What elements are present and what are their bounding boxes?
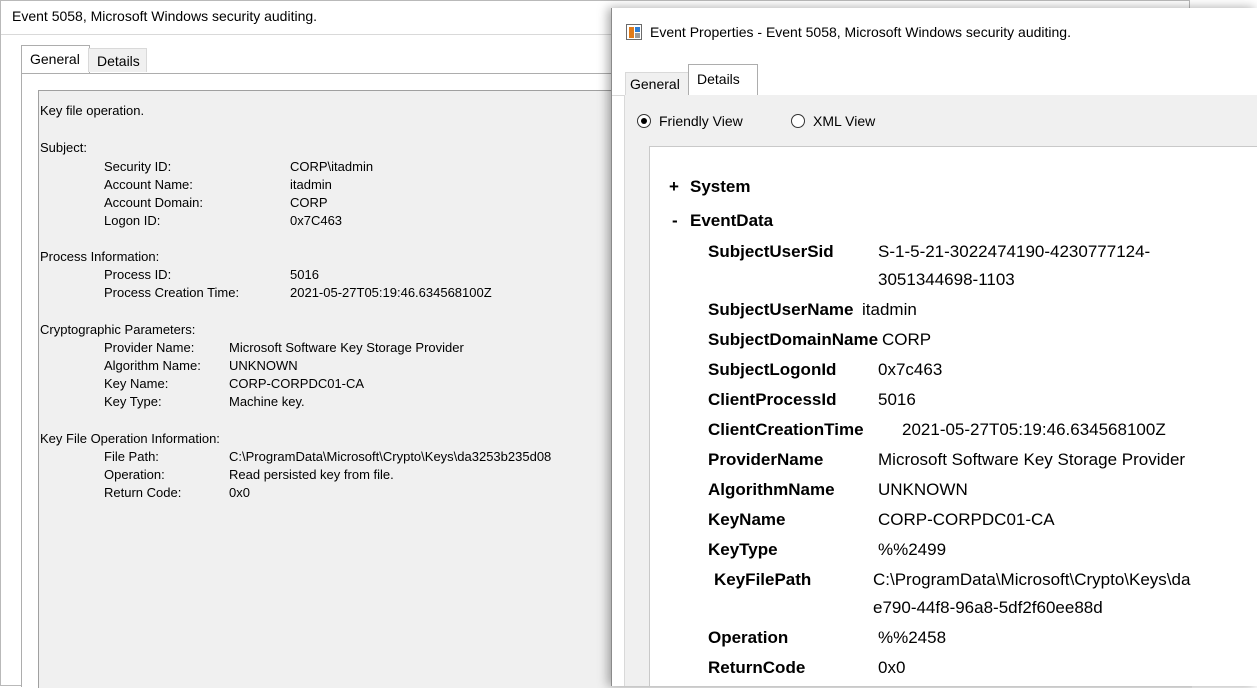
field-value: 0x0 [878, 658, 906, 677]
field-label: Algorithm Name: [104, 358, 201, 373]
field-value: %%2499 [878, 540, 947, 559]
field-name: AlgorithmName [708, 480, 835, 499]
window-title: Event Properties - Event 5058, Microsoft… [650, 24, 1071, 40]
field-label: Account Domain: [104, 195, 203, 210]
field-value: UNKNOWN [878, 480, 968, 499]
field-value: Microsoft Software Key Storage Provider [878, 450, 1186, 469]
field-label: Security ID: [104, 159, 172, 174]
tab-details[interactable]: Details [688, 64, 758, 96]
tab-general[interactable]: General [21, 45, 90, 73]
field-label: Provider Name: [104, 340, 195, 355]
field-value: CORP\itadmin [290, 159, 374, 174]
section-header-subject: Subject: [40, 140, 87, 155]
window-title: Event 5058, Microsoft Windows security a… [12, 8, 318, 24]
field-value: CORP-CORPDC01-CA [878, 510, 1055, 529]
description-intro: Key file operation. [40, 103, 145, 118]
tab-general[interactable]: General [625, 72, 690, 95]
field-value: Machine key. [229, 394, 305, 409]
field-value: UNKNOWN [229, 358, 298, 373]
field-label: Operation: [104, 467, 165, 482]
radio-unselected-icon [791, 114, 805, 128]
field-name: Operation [708, 628, 789, 647]
field-name: ProviderName [708, 450, 824, 469]
field-name: SubjectUserSid [708, 242, 834, 261]
field-name: ClientCreationTime [708, 420, 864, 439]
field-label: Return Code: [104, 485, 182, 500]
field-name: KeyName [708, 510, 786, 529]
field-value: S-1-5-21-3022474190-4230777124- [878, 242, 1151, 261]
field-label: Process Creation Time: [104, 285, 240, 300]
event-viewer-icon [626, 24, 642, 40]
field-value: C:\ProgramData\Microsoft\Crypto\Keys\da3… [229, 449, 552, 464]
field-value: 2021-05-27T05:19:46.634568100Z [290, 285, 492, 300]
field-value: 5016 [290, 267, 319, 282]
field-value: Microsoft Software Key Storage Provider [229, 340, 464, 355]
section-header-keyfile: Key File Operation Information: [40, 431, 220, 446]
field-label: Key Name: [104, 376, 169, 391]
field-value: CORP [882, 330, 932, 349]
field-value: 5016 [878, 390, 916, 409]
tab-strip: General Details [625, 64, 1257, 96]
field-value: 0x0 [229, 485, 250, 500]
field-name: KeyFilePath [714, 570, 812, 589]
field-label: Process ID: [104, 267, 172, 282]
field-value-continued: 3051344698-1103 [878, 270, 1015, 289]
section-header-crypto: Cryptographic Parameters: [40, 322, 196, 337]
field-name: SubjectUserName [708, 300, 854, 319]
titlebar: Event Properties - Event 5058, Microsoft… [612, 8, 1257, 58]
field-name: ReturnCode [708, 658, 806, 677]
field-name: SubjectLogonId [708, 360, 837, 379]
field-name: SubjectDomainName [708, 330, 879, 349]
field-value: Read persisted key from file. [229, 467, 394, 482]
field-value: C:\ProgramData\Microsoft\Crypto\Keys\da [873, 570, 1191, 589]
tree-toggle-system[interactable]: + [669, 177, 679, 197]
field-label: Logon ID: [104, 213, 161, 228]
field-label: Key Type: [104, 394, 162, 409]
tree-node-eventdata[interactable]: EventData [690, 211, 773, 231]
field-value: 0x7C463 [290, 213, 343, 228]
section-header-process: Process Information: [40, 249, 160, 264]
field-value: itadmin [290, 177, 332, 192]
field-value: CORP [290, 195, 328, 210]
field-label: File Path: [104, 449, 159, 464]
tab-details[interactable]: Details [88, 48, 147, 72]
field-value: CORP-CORPDC01-CA [229, 376, 365, 391]
xml-view-label: XML View [813, 113, 876, 129]
tree-node-system[interactable]: System [690, 177, 750, 197]
friendly-view-label: Friendly View [659, 113, 743, 129]
field-value: 2021-05-27T05:19:46.634568100Z [902, 420, 1166, 439]
event-properties-window: Event Properties - Event 5058, Microsoft… [611, 8, 1257, 686]
field-value-continued: e790-44f8-96a8-5df2f60ee88d [873, 598, 1103, 617]
field-name: KeyType [708, 540, 778, 559]
field-value: 0x7c463 [878, 360, 943, 379]
radio-selected-icon [637, 114, 651, 128]
field-name: ClientProcessId [708, 390, 837, 409]
field-value: %%2458 [878, 628, 947, 647]
field-label: Account Name: [104, 177, 193, 192]
friendly-view-content[interactable]: + System - EventData SubjectUserSid S-1-… [649, 146, 1257, 686]
field-value: itadmin [862, 300, 917, 319]
tree-toggle-eventdata[interactable]: - [672, 211, 678, 231]
